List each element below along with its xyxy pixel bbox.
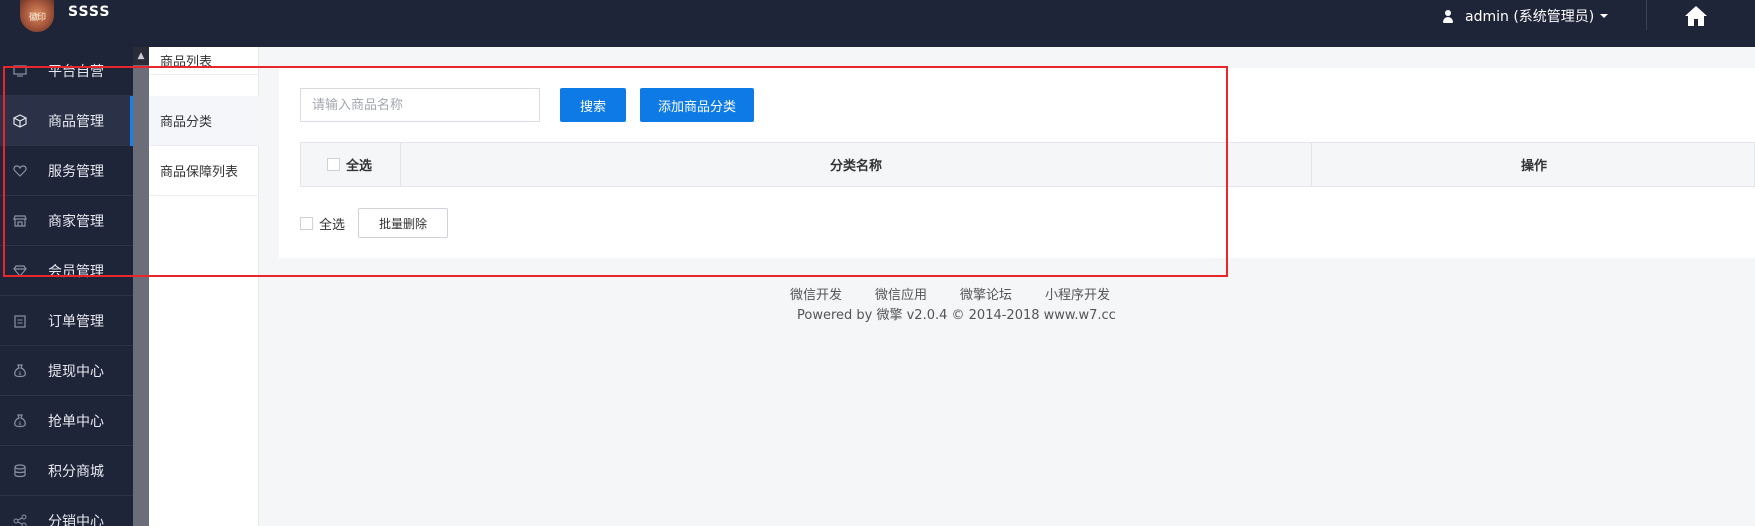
submenu-item-label: 商品列表 [160,55,213,70]
sidebar-item-points-mall[interactable]: 积分商城 [0,446,133,496]
chevron-up-icon[interactable]: ▲ [133,47,149,65]
sidebar-item-distribution[interactable]: 分销中心 [0,496,133,526]
batch-delete-button[interactable]: 批量删除 [358,208,449,238]
footer-link[interactable]: 微信应用 [875,284,927,303]
column-header-operation: 操作 [1520,159,1547,174]
diamond-icon [13,264,27,278]
sidebar-item-merchant[interactable]: 商家管理 [0,196,133,246]
user-icon [1442,9,1454,23]
sidebar-item-withdraw[interactable]: $ 提现中心 [0,346,133,396]
footer-link[interactable]: 微信开发 [790,284,842,303]
money-bag-icon: $ [13,363,27,378]
user-menu[interactable]: admin (系统管理员) [1442,6,1609,26]
submenu-item-goods-category[interactable]: 商品分类 [149,96,259,146]
bulk-actions: 全选 批量删除 [300,208,449,238]
site-name: SSSS [68,4,111,20]
clipboard-icon [13,314,27,328]
select-all-label: 全选 [346,159,373,174]
bulk-select-all-checkbox[interactable] [300,216,313,230]
footer-link[interactable]: 小程序开发 [1045,284,1110,303]
sidebar-item-member[interactable]: 会员管理 [0,246,133,296]
store-icon [13,214,27,228]
chevron-down-icon [1600,14,1609,18]
submenu: 商品列表 商品分类 商品保障列表 [149,47,259,526]
footer-link[interactable]: 微擎论坛 [960,284,1012,303]
sidebar-item-label: 平台自营 [48,63,104,80]
cube-icon [13,113,27,128]
site-logo[interactable]: 徽印 [20,0,54,32]
database-icon [13,463,27,478]
sidebar-item-label: 订单管理 [48,313,104,330]
search-input[interactable] [300,88,540,122]
sidebar-item-platform[interactable]: 平台自营 [0,46,133,96]
add-category-button[interactable]: 添加商品分类 [640,88,754,122]
sidebar-item-order[interactable]: 订单管理 [0,296,133,346]
submenu-item-goods-list[interactable]: 商品列表 [149,47,259,75]
search-button[interactable]: 搜索 [560,88,626,122]
header-divider [1646,0,1647,30]
submenu-item-label: 商品分类 [160,115,213,130]
sidebar-item-goods[interactable]: 商品管理 [0,96,133,146]
monitor-icon [13,64,27,78]
svg-text:$: $ [18,371,21,377]
sidebar-item-label: 商品管理 [48,113,104,130]
sidebar-item-label: 分销中心 [48,513,104,526]
sidebar-item-label: 提现中心 [48,363,104,380]
top-bar: 徽印 SSSS admin (系统管理员) [0,0,1755,47]
table-header: 全选 分类名称 操作 [300,142,1755,187]
heart-icon [13,164,27,178]
sidebar-scrollbar[interactable]: ▲ [133,47,149,526]
money-bag-icon: $ [13,413,27,428]
share-icon [13,514,27,526]
home-icon[interactable] [1684,5,1708,27]
sidebar-item-label: 服务管理 [48,163,104,180]
column-header-name: 分类名称 [401,143,1312,186]
sidebar-item-label: 抢单中心 [48,413,104,430]
sidebar-item-label: 会员管理 [48,263,104,280]
sidebar-item-service[interactable]: 服务管理 [0,146,133,196]
submenu-item-label: 商品保障列表 [160,165,239,180]
sidebar-item-label: 积分商城 [48,463,104,480]
copyright: Powered by 微擎 v2.0.4 © 2014-2018 www.w7.… [797,308,1116,323]
bulk-select-all-label: 全选 [319,217,346,233]
svg-text:$: $ [18,421,21,427]
logo-text: 徽印 [28,13,46,23]
select-all-header: 全选 [301,143,401,186]
submenu-item-goods-guarantee[interactable]: 商品保障列表 [149,146,259,196]
user-label: admin (系统管理员) [1465,9,1595,25]
select-all-checkbox[interactable] [327,158,340,171]
sidebar: 平台自营 商品管理 服务管理 商家管理 会员管理 订单管理 $ 提现中心 $ 抢… [0,47,133,526]
sidebar-item-label: 商家管理 [48,213,104,230]
footer-links: 微信开发 微信应用 微擎论坛 小程序开发 [790,284,1143,303]
sidebar-item-grab-order[interactable]: $ 抢单中心 [0,396,133,446]
